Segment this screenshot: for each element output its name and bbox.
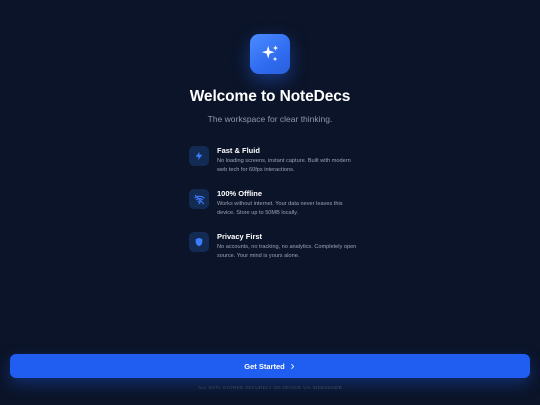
app-logo	[250, 34, 290, 74]
feature-description: Works without internet. Your data never …	[217, 201, 343, 216]
feature-title: Privacy First	[217, 232, 263, 241]
sparkles-icon	[261, 45, 279, 62]
get-started-button[interactable]: Get Started	[10, 354, 530, 378]
feature-title: Fast & Fluid	[217, 146, 260, 155]
chevron-right-icon	[290, 363, 294, 369]
page-title: Welcome to NoteDecs	[189, 88, 351, 105]
feature-description: No accounts, no tracking, no analytics. …	[217, 244, 357, 259]
wifi-off-icon	[193, 194, 205, 204]
feature-description: No loading screens, instant capture. Bui…	[217, 158, 351, 173]
feature-icon-tile	[189, 189, 209, 209]
feature-icon-tile	[189, 146, 209, 166]
feature-icon-tile	[189, 232, 209, 252]
feature-title: 100% Offline	[217, 189, 263, 198]
get-started-label: Get Started	[244, 361, 285, 371]
lightning-icon	[195, 151, 203, 161]
page-subtitle: The workspace for clear thinking.	[207, 114, 333, 124]
footer-note: ALL DATA STORED SECURELY ON DEVICE VIA I…	[198, 385, 342, 390]
shield-icon	[195, 237, 203, 247]
